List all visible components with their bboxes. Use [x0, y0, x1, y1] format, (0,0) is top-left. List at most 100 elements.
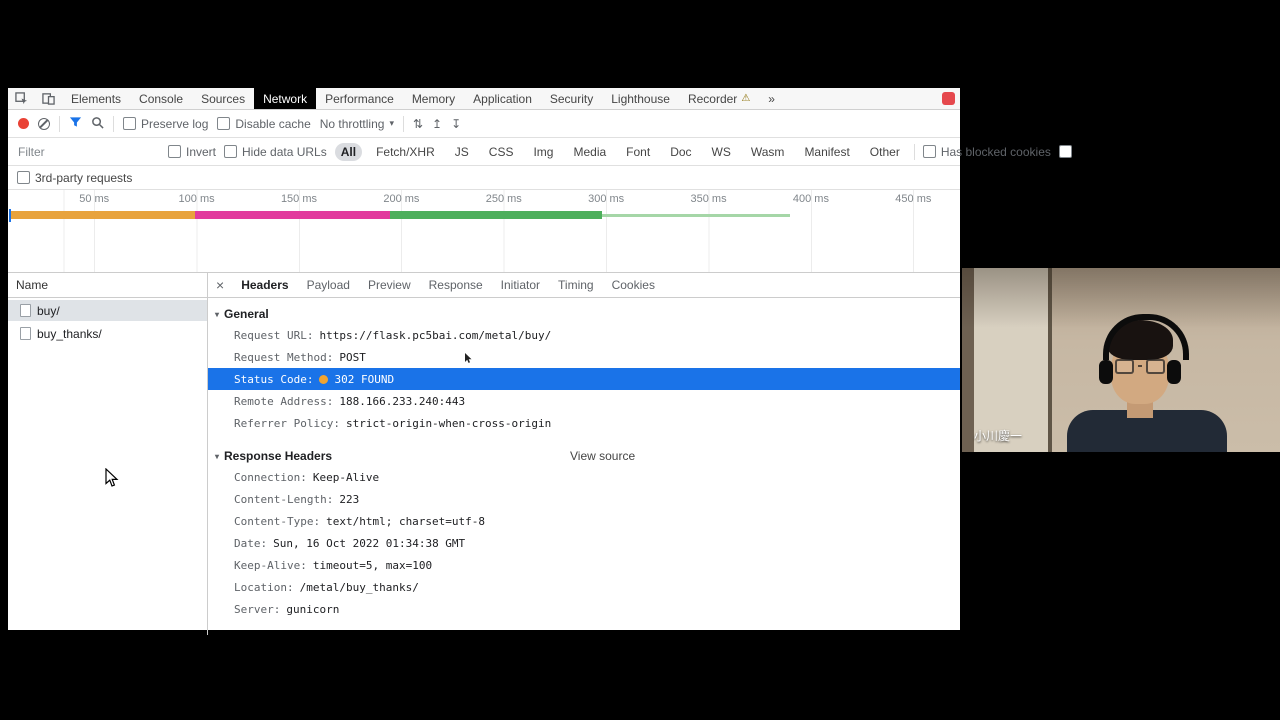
- tab-application[interactable]: Application: [464, 88, 541, 109]
- header-row: Request URL: https://flask.pc5bai.com/me…: [208, 324, 960, 346]
- glasses-lens: [1115, 359, 1134, 374]
- filter-pill-css[interactable]: CSS: [483, 143, 520, 161]
- status-code-row[interactable]: Status Code: 302 FOUND: [208, 368, 960, 390]
- header-value: POST: [339, 351, 366, 364]
- response-headers-section-header[interactable]: ▾ Response Headers View source: [208, 446, 960, 466]
- header-row: Server: gunicorn: [208, 598, 960, 620]
- separator: [113, 116, 114, 132]
- more-tabs-chevron[interactable]: »: [759, 88, 784, 109]
- disable-cache-label: Disable cache: [235, 117, 310, 131]
- inspect-icon[interactable]: [8, 88, 35, 109]
- detail-tab-payload[interactable]: Payload: [298, 273, 359, 297]
- invert-checkbox[interactable]: Invert: [168, 145, 216, 159]
- hide-data-urls-checkbox[interactable]: Hide data URLs: [224, 145, 327, 159]
- header-label: Date:: [234, 537, 267, 550]
- filter-pill-img[interactable]: Img: [527, 143, 559, 161]
- general-section-header[interactable]: ▾ General: [208, 304, 960, 324]
- detail-tab-preview[interactable]: Preview: [359, 273, 420, 297]
- requests-column-header[interactable]: Name: [8, 273, 207, 298]
- filter-pill-all[interactable]: All: [335, 143, 362, 161]
- tab-performance[interactable]: Performance: [316, 88, 403, 109]
- tab-lighthouse[interactable]: Lighthouse: [602, 88, 679, 109]
- detail-tab-headers[interactable]: Headers: [232, 273, 297, 297]
- filter-pill-other[interactable]: Other: [864, 143, 906, 161]
- filter-pill-media[interactable]: Media: [567, 143, 612, 161]
- filter-toggle-icon[interactable]: [69, 116, 82, 131]
- request-row-buy-thanks[interactable]: buy_thanks/: [8, 323, 207, 344]
- network-main: Name buy/ buy_thanks/ × Headers Payload …: [8, 273, 960, 635]
- filter-pill-font[interactable]: Font: [620, 143, 656, 161]
- timeline-tick: 350 ms: [657, 193, 759, 205]
- header-label: Request Method:: [234, 351, 333, 364]
- error-badge[interactable]: [942, 92, 955, 105]
- header-row: Location: /metal/buy_thanks/: [208, 576, 960, 598]
- header-label: Remote Address:: [234, 395, 333, 408]
- throttling-value: No throttling: [320, 117, 385, 131]
- header-value: 302 FOUND: [334, 373, 394, 386]
- waterfall-bar-waiting: [11, 211, 195, 219]
- tab-recorder[interactable]: Recorder ⚠: [679, 88, 759, 109]
- blocked-requests-checkbox[interactable]: [1059, 145, 1072, 158]
- detail-tab-response[interactable]: Response: [420, 273, 492, 297]
- has-blocked-cookies-label: Has blocked cookies: [941, 145, 1051, 159]
- filter-pill-wasm[interactable]: Wasm: [745, 143, 791, 161]
- header-row: Keep-Alive: timeout=5, max=100: [208, 554, 960, 576]
- detail-tab-initiator[interactable]: Initiator: [492, 273, 549, 297]
- device-toolbar-icon[interactable]: [35, 88, 62, 109]
- import-har-icon[interactable]: ↥: [432, 118, 442, 130]
- header-label: Status Code:: [234, 373, 313, 386]
- headers-content: ▾ General Request URL: https://flask.pc5…: [208, 298, 960, 620]
- header-label: Keep-Alive:: [234, 559, 307, 572]
- header-row: Referrer Policy: strict-origin-when-cros…: [208, 412, 960, 434]
- tab-network[interactable]: Network: [254, 88, 316, 109]
- disclosure-triangle-icon: ▾: [215, 452, 219, 461]
- detail-tab-timing[interactable]: Timing: [549, 273, 603, 297]
- tab-memory[interactable]: Memory: [403, 88, 464, 109]
- invert-label: Invert: [186, 145, 216, 159]
- tab-elements[interactable]: Elements: [62, 88, 130, 109]
- separator: [914, 144, 915, 160]
- status-dot-icon: [319, 375, 328, 384]
- close-icon[interactable]: ×: [208, 277, 232, 293]
- headphone-earcup-left: [1099, 360, 1113, 384]
- header-row: Content-Type: text/html; charset=utf-8: [208, 510, 960, 532]
- filter-pill-doc[interactable]: Doc: [664, 143, 697, 161]
- header-label: Content-Type:: [234, 515, 320, 528]
- response-headers-section-title: Response Headers: [224, 449, 332, 463]
- export-har-icon[interactable]: ↧: [451, 118, 461, 130]
- tab-sources[interactable]: Sources: [192, 88, 254, 109]
- record-button[interactable]: [18, 118, 29, 129]
- section-gap: [208, 434, 960, 446]
- filter-pill-fetch-xhr[interactable]: Fetch/XHR: [370, 143, 441, 161]
- network-conditions-icon[interactable]: ⇅: [413, 118, 423, 130]
- waterfall-bar-response: [390, 211, 602, 219]
- request-row-buy[interactable]: buy/: [8, 300, 207, 321]
- detail-tab-cookies[interactable]: Cookies: [603, 273, 664, 297]
- view-source-button[interactable]: View source: [570, 449, 635, 463]
- request-detail-panel: × Headers Payload Preview Response Initi…: [208, 273, 960, 635]
- filter-pill-js[interactable]: JS: [449, 143, 475, 161]
- checkbox-box: [123, 117, 136, 130]
- tab-console[interactable]: Console: [130, 88, 192, 109]
- glasses-lens: [1146, 359, 1165, 374]
- search-icon[interactable]: [91, 116, 104, 132]
- clear-button[interactable]: [38, 118, 50, 130]
- tab-security[interactable]: Security: [541, 88, 602, 109]
- separator: [59, 116, 60, 132]
- timeline-tick: 250 ms: [453, 193, 555, 205]
- disable-cache-checkbox[interactable]: Disable cache: [217, 117, 310, 131]
- network-toolbar: Preserve log Disable cache No throttling…: [8, 110, 960, 138]
- throttling-select[interactable]: No throttling ▾: [320, 117, 394, 131]
- has-blocked-cookies-checkbox[interactable]: Has blocked cookies: [923, 145, 1051, 159]
- preserve-log-checkbox[interactable]: Preserve log: [123, 117, 208, 131]
- network-overview[interactable]: 50 ms 100 ms 150 ms 200 ms 250 ms 300 ms…: [8, 190, 960, 273]
- header-value: gunicorn: [286, 603, 339, 616]
- filter-pill-manifest[interactable]: Manifest: [798, 143, 855, 161]
- timeline-ruler: 50 ms 100 ms 150 ms 200 ms 250 ms 300 ms…: [8, 193, 960, 205]
- request-name: buy/: [37, 304, 60, 318]
- third-party-checkbox[interactable]: 3rd-party requests: [17, 171, 132, 185]
- timeline-tick: 150 ms: [248, 193, 350, 205]
- checkbox-box: [923, 145, 936, 158]
- filter-input[interactable]: [16, 144, 160, 160]
- filter-pill-ws[interactable]: WS: [706, 143, 737, 161]
